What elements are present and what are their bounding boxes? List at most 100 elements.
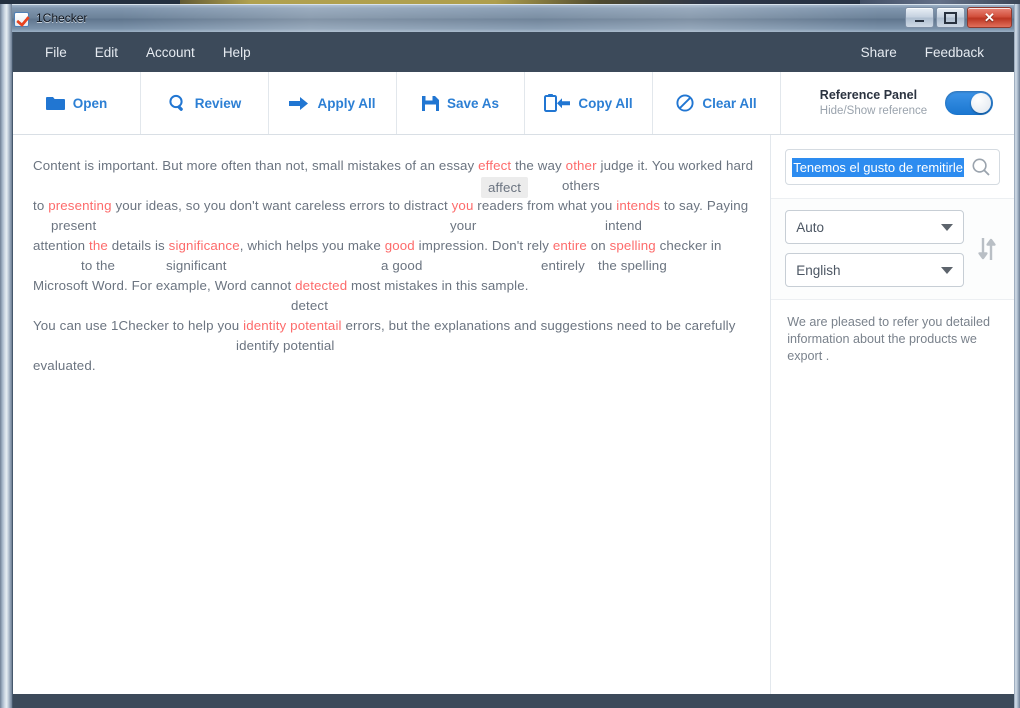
suggestion-word[interactable]: identify potential [236, 337, 335, 354]
document-text: your ideas, so you don't want careless e… [111, 198, 452, 213]
menu-edit[interactable]: Edit [81, 32, 132, 72]
document-text: impression. Don't rely [414, 238, 553, 253]
document-paragraph: attention the details is significance, w… [33, 237, 746, 277]
suggestion-word[interactable]: the spelling [598, 257, 667, 274]
document-text: You can use 1Checker to help you [33, 318, 244, 333]
document-text: Microsoft Word. For example, Word cannot [33, 278, 296, 293]
target-language-select[interactable]: English [785, 253, 964, 287]
language-selection-section: Auto English [771, 199, 1014, 300]
document-line: to presenting your ideas, so you don't w… [33, 197, 748, 215]
suggestion-word[interactable]: detect [291, 297, 328, 314]
document-paragraph: Microsoft Word. For example, Word cannot… [33, 277, 746, 317]
document-text: readers from what you [473, 198, 617, 213]
suggestion-line: identify potential [33, 335, 746, 357]
error-word[interactable]: other [566, 158, 597, 173]
error-word[interactable]: significance [169, 238, 240, 253]
reference-panel-toggle[interactable] [945, 91, 994, 115]
document-text: errors, but the explanations and suggest… [341, 318, 736, 333]
menu-account[interactable]: Account [132, 32, 209, 72]
search-input[interactable]: Tenemos el gusto de remitirle [792, 157, 964, 177]
reference-panel-title: Reference Panel [819, 88, 918, 102]
suggestion-word[interactable]: present [51, 217, 96, 234]
document-text: to [33, 198, 49, 213]
clear-all-button[interactable]: Clear All [653, 72, 781, 134]
error-word[interactable]: intends [616, 198, 660, 213]
review-button[interactable]: Review [141, 72, 269, 134]
chevron-down-icon [941, 266, 953, 274]
window-frame-left [0, 4, 12, 708]
menu-right-group: Share Feedback [829, 32, 998, 72]
reference-panel-subtitle: Hide/Show reference [819, 104, 928, 117]
open-button[interactable]: Open [13, 72, 141, 134]
error-word[interactable]: detected [295, 278, 347, 293]
folder-icon [45, 96, 65, 111]
chevron-down-icon [941, 223, 953, 231]
search-icon[interactable] [971, 157, 991, 177]
suggestion-word[interactable]: your [450, 217, 476, 234]
document-line: You can use 1Checker to help you identit… [33, 317, 746, 335]
reference-search-section: Tenemos el gusto de remitirle [771, 135, 1014, 199]
error-word[interactable]: presenting [48, 198, 111, 213]
swap-languages-button[interactable] [974, 235, 1000, 263]
window-frame-right [1014, 4, 1020, 708]
clear-all-label: Clear All [702, 95, 757, 111]
document-text: , which helps you make [239, 238, 385, 253]
suggestion-word[interactable]: significant [166, 257, 227, 274]
copy-all-label: Copy All [578, 95, 633, 111]
swap-vertical-icon [978, 237, 996, 260]
target-language-value: English [796, 262, 841, 278]
titlebar-glass-highlight [120, 5, 880, 32]
document-editor[interactable]: Content is important. But more often tha… [13, 135, 772, 694]
error-word[interactable]: you [452, 198, 474, 213]
error-word[interactable]: entire [553, 238, 587, 253]
floppy-disk-icon [421, 95, 439, 112]
suggestion-word[interactable]: intend [605, 217, 642, 234]
menu-file[interactable]: File [31, 32, 81, 72]
menu-bar: File Edit Account Help Share Feedback [13, 32, 1014, 72]
document-text: judge it. You worked hard [596, 158, 754, 173]
error-word[interactable]: good [385, 238, 415, 253]
document-text: the way [511, 158, 566, 173]
copy-all-button[interactable]: Copy All [525, 72, 653, 134]
source-language-select[interactable]: Auto [785, 210, 964, 244]
language-selects: Auto English [785, 210, 964, 287]
translation-result-section: We are pleased to refer you detailed inf… [771, 300, 1014, 379]
source-language-value: Auto [796, 219, 824, 235]
error-word[interactable]: spelling [610, 238, 656, 253]
app-root: File Edit Account Help Share Feedback Op… [12, 32, 1014, 708]
menu-help[interactable]: Help [209, 32, 265, 72]
reference-search-box[interactable]: Tenemos el gusto de remitirle [785, 149, 1000, 185]
toolbar: Open Review Apply All Save As Copy All C… [13, 72, 1014, 135]
save-as-label: Save As [446, 95, 500, 111]
suggestion-line: affect others [33, 175, 746, 198]
error-word[interactable]: identity potentail [243, 318, 342, 333]
maximize-button[interactable] [936, 7, 965, 28]
reference-panel: Tenemos el gusto de remitirle Auto Engli… [771, 135, 1014, 694]
suggestion-word[interactable]: a good [381, 257, 422, 274]
save-as-button[interactable]: Save As [397, 72, 525, 134]
window-title: 1Checker [36, 11, 88, 25]
document-text: evaluated. [33, 358, 96, 373]
error-word[interactable]: the [89, 238, 108, 253]
document-line: evaluated. [33, 357, 746, 375]
apply-all-button[interactable]: Apply All [269, 72, 397, 134]
close-button[interactable]: ✕ [967, 7, 1012, 28]
status-bar [13, 694, 1014, 708]
minimize-button[interactable] [905, 7, 934, 28]
document-paragraph: Content is important. But more often tha… [33, 157, 753, 198]
suggestion-word[interactable]: entirely [541, 257, 585, 274]
main-area: Content is important. But more often tha… [13, 135, 1014, 694]
suggestion-word[interactable]: others [562, 177, 600, 194]
error-word[interactable]: effect [478, 158, 511, 173]
toggle-knob [971, 93, 992, 113]
document-line: Microsoft Word. For example, Word cannot… [33, 277, 746, 295]
suggestion-word[interactable]: to the [81, 257, 115, 274]
menu-feedback[interactable]: Feedback [911, 32, 998, 72]
apply-all-label: Apply All [317, 95, 376, 111]
window-controls: ✕ [905, 7, 1012, 28]
clipboard-arrow-left-icon [544, 94, 571, 112]
suggestion-word[interactable]: affect [481, 177, 529, 198]
magnifier-icon [168, 94, 187, 113]
menu-share[interactable]: Share [847, 32, 911, 72]
document-text: attention [33, 238, 90, 253]
